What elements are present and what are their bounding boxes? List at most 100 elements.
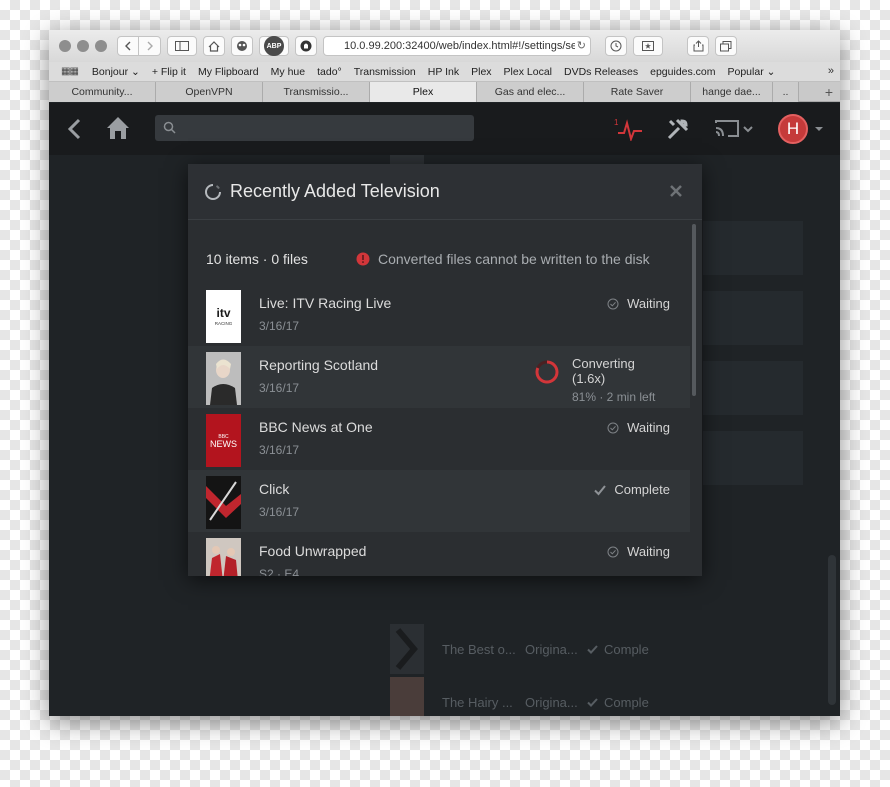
reload-icon[interactable]: ↻ <box>574 39 586 52</box>
bookmark-item[interactable]: DVDs Releases <box>564 66 638 78</box>
bookmark-item[interactable]: tado° <box>317 66 342 78</box>
background-tile <box>703 361 803 415</box>
adblock-button[interactable]: ABP <box>259 36 289 56</box>
bookmark-item[interactable]: My Flipboard <box>198 66 259 78</box>
home-toolbar-button[interactable] <box>203 36 225 56</box>
table-row[interactable]: The Best o... Origina... Comple <box>390 624 810 674</box>
ghostery-button[interactable] <box>295 36 317 56</box>
tab-plex[interactable]: Plex <box>370 82 477 102</box>
poster-click <box>206 476 241 529</box>
bookmark-button[interactable] <box>633 36 663 56</box>
apps-grid-icon[interactable]: ▦▦ <box>61 66 79 77</box>
tab-transmission[interactable]: Transmissio... <box>263 82 370 102</box>
history-button[interactable] <box>605 36 627 56</box>
bookmark-item[interactable]: epguides.com <box>650 66 715 78</box>
modal-header: Recently Added Television <box>188 164 702 220</box>
list-item[interactable]: itv RACING Live: ITV Racing Live 3/16/17… <box>188 284 690 346</box>
clock-check-icon <box>607 298 619 309</box>
check-icon <box>594 484 607 495</box>
poster-bbc-news: BBC NEWS <box>206 414 241 467</box>
conversion-list: itv RACING Live: ITV Racing Live 3/16/17… <box>188 284 690 576</box>
item-title: BBC News at One <box>259 419 373 435</box>
tab-bar: Community... OpenVPN Transmissio... Plex… <box>49 82 840 102</box>
list-item[interactable]: Click 3/16/17 Complete <box>188 470 690 532</box>
check-icon <box>587 644 598 654</box>
close-window-button[interactable] <box>59 40 71 52</box>
item-date: 3/16/17 <box>259 505 300 519</box>
bookmark-item[interactable]: Popular ⌄ <box>728 66 776 78</box>
bookmark-item[interactable]: Plex Local <box>504 66 552 78</box>
status-badge: Converting (1.6x) 81% · 2 min left <box>572 356 670 404</box>
ghost-icon <box>300 40 312 52</box>
tab-openvpn[interactable]: OpenVPN <box>156 82 263 102</box>
bookmark-item[interactable]: Transmission <box>354 66 416 78</box>
bookmark-item[interactable]: Bonjour ⌄ <box>92 66 140 78</box>
new-tab-button[interactable]: + <box>818 82 840 101</box>
adblock-icon: ABP <box>264 36 284 56</box>
extension-button[interactable] <box>231 36 253 56</box>
row-status-label: Comple <box>604 694 649 710</box>
modal-scrollbar[interactable] <box>692 224 696 396</box>
list-item[interactable]: Reporting Scotland 3/16/17 Converting (1… <box>188 346 690 408</box>
list-item[interactable]: Food Unwrapped S2 · E4 Waiting <box>188 532 690 576</box>
cast-icon[interactable] <box>714 119 754 139</box>
tab-gas-electric[interactable]: Gas and elec... <box>477 82 584 102</box>
poster-food-unwrapped <box>206 538 241 576</box>
share-icon <box>693 40 703 52</box>
conversion-progress-ring <box>535 360 559 384</box>
check-icon <box>587 697 598 707</box>
share-button[interactable] <box>687 36 709 56</box>
search-icon <box>163 121 176 134</box>
warning-icon <box>356 252 370 266</box>
item-title: Live: ITV Racing Live <box>259 295 392 311</box>
back-button[interactable] <box>117 36 139 56</box>
forward-button[interactable] <box>139 36 161 56</box>
sidebar-button[interactable] <box>167 36 197 56</box>
zoom-window-button[interactable] <box>95 40 107 52</box>
item-title: Reporting Scotland <box>259 357 379 373</box>
tab-overflow[interactable]: .. <box>773 82 799 102</box>
chevron-right-icon <box>147 41 153 51</box>
svg-text:NEWS: NEWS <box>210 439 237 449</box>
bookmark-item[interactable]: + Flip it <box>152 66 186 78</box>
background-tile <box>703 431 803 485</box>
background-tile <box>703 221 803 275</box>
settings-tools-icon[interactable] <box>666 117 690 141</box>
chevron-down-icon[interactable] <box>814 125 824 133</box>
row-original: Origina... <box>525 641 578 657</box>
item-date: 3/16/17 <box>259 443 300 457</box>
table-row[interactable]: The Hairy ... Origina... Comple <box>390 677 810 716</box>
search-input[interactable] <box>155 115 474 141</box>
more-bookmarks-button[interactable]: » <box>828 65 834 77</box>
tab-change-dae[interactable]: hange dae... <box>691 82 773 102</box>
bookmarks-bar: ▦▦ Bonjour ⌄ + Flip it My Flipboard My h… <box>49 62 840 82</box>
bookmark-item[interactable]: Plex <box>471 66 491 78</box>
episode-thumbnail <box>390 677 424 716</box>
tab-community[interactable]: Community... <box>49 82 156 102</box>
item-title: Click <box>259 481 290 497</box>
address-bar[interactable]: 10.0.99.200:32400/web/index.html#!/setti… <box>323 36 591 56</box>
back-arrow-icon[interactable] <box>65 117 85 141</box>
avatar[interactable]: H <box>778 114 808 144</box>
tab-rate-saver[interactable]: Rate Saver <box>584 82 691 102</box>
status-label: Waiting <box>627 544 670 559</box>
list-item[interactable]: BBC NEWS BBC News at One 3/16/17 Waiting <box>188 408 690 470</box>
browser-toolbar: ABP 10.0.99.200:32400/web/index.html#!/s… <box>49 30 840 62</box>
sidebar-icon <box>175 41 189 51</box>
clock-icon <box>610 40 622 52</box>
tabs-overview-button[interactable] <box>715 36 737 56</box>
bookmark-item[interactable]: My hue <box>271 66 305 78</box>
home-icon[interactable] <box>105 115 131 141</box>
background-tile <box>703 291 803 345</box>
clock-check-icon <box>607 546 619 557</box>
status-badge: Waiting <box>607 544 670 559</box>
close-icon[interactable] <box>668 183 684 199</box>
house-icon <box>208 40 220 52</box>
activity-icon[interactable]: 1 <box>614 117 644 141</box>
bookmark-item[interactable]: HP Ink <box>428 66 459 78</box>
background-scrollbar[interactable] <box>828 555 836 705</box>
status-badge: Complete <box>594 482 670 497</box>
minimize-window-button[interactable] <box>77 40 89 52</box>
items-summary: 10 items · 0 files <box>206 251 308 267</box>
row-title: The Hairy ... <box>442 694 513 710</box>
